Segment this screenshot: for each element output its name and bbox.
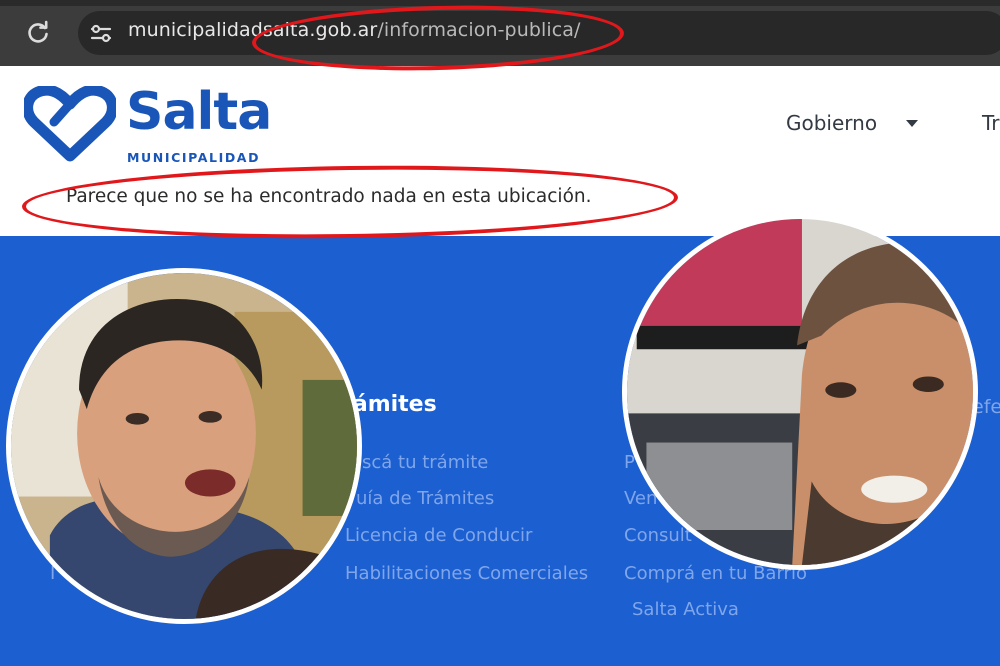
salta-heart-logo-icon[interactable] xyxy=(24,86,116,164)
footer-link-salta-activa[interactable]: Salta Activa xyxy=(632,599,739,620)
logo-subtitle: MUNICIPALIDAD xyxy=(127,150,261,165)
footer-link-guia-tramites[interactable]: uía de Trámites xyxy=(356,488,494,509)
browser-tab-strip xyxy=(0,0,1000,6)
footer-link-habilitaciones[interactable]: Habilitaciones Comerciales xyxy=(345,563,588,584)
url-path: /informacion-publica/ xyxy=(377,19,581,41)
nav-item-gobierno[interactable]: Gobierno xyxy=(786,111,877,135)
chevron-down-icon[interactable] xyxy=(906,120,918,127)
not-found-message: Parece que no se ha encontrado nada en e… xyxy=(66,186,592,207)
footer-link-licencia[interactable]: Licencia de Conducir xyxy=(345,525,532,546)
portrait-photo-left xyxy=(6,268,362,624)
portrait-photo-right xyxy=(622,214,978,570)
footer-link-busca-tramite[interactable]: scá tu trámite xyxy=(362,452,488,473)
url-text[interactable]: municipalidadsalta.gob.ar/informacion-pu… xyxy=(128,19,581,41)
logo-wordmark[interactable]: Salta xyxy=(126,86,272,138)
site-info-icon[interactable] xyxy=(88,20,114,46)
url-host: municipalidadsalta.gob.ar xyxy=(128,19,378,41)
portrait-right-illustration xyxy=(627,219,973,565)
footer-link-col2-3[interactable]: Consult xyxy=(624,525,692,546)
portrait-left-illustration xyxy=(11,273,357,619)
nav-item-tramites[interactable]: Tr xyxy=(982,111,1000,135)
reload-icon[interactable] xyxy=(24,19,52,47)
